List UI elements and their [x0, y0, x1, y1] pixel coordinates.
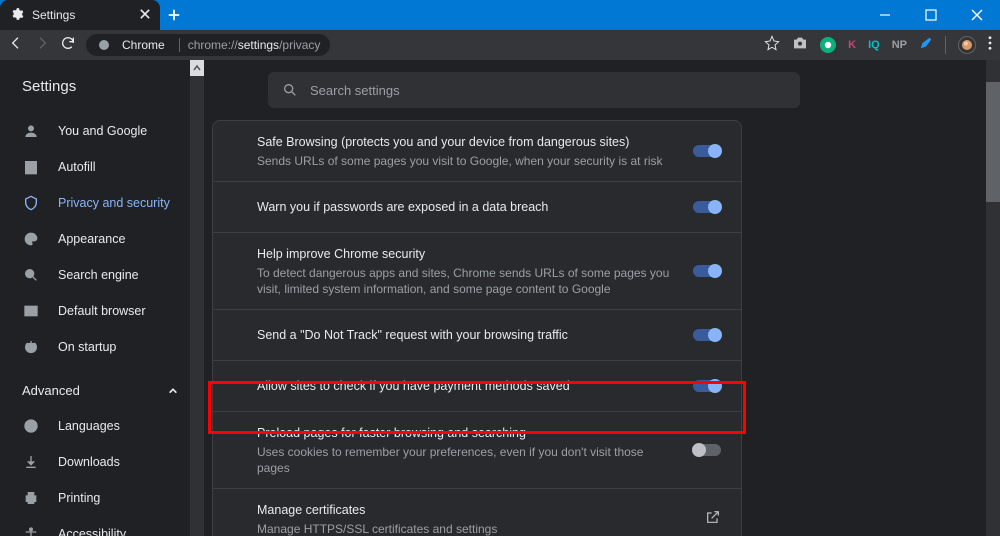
setting-subtitle: Manage HTTPS/SSL certificates and settin…	[257, 519, 691, 536]
open-external-icon[interactable]	[705, 509, 721, 530]
globe-icon	[22, 417, 40, 435]
settings-main: Safe Browsing (protects you and your dev…	[200, 60, 1000, 536]
accessibility-icon	[22, 525, 40, 536]
back-button[interactable]	[8, 35, 24, 56]
toggle-switch[interactable]	[693, 265, 721, 277]
print-icon	[22, 489, 40, 507]
sidebar-advanced-toggle[interactable]: Advanced	[16, 379, 184, 402]
sidebar-item-privacy[interactable]: Privacy and security	[0, 185, 200, 221]
reload-button[interactable]	[60, 35, 76, 56]
sidebar-item-autofill[interactable]: Autofill	[0, 149, 200, 185]
browser-icon	[22, 302, 40, 320]
menu-icon[interactable]	[988, 36, 992, 55]
power-icon	[22, 338, 40, 356]
sidebar-item-label: You and Google	[58, 124, 147, 138]
sidebar-item-label: On startup	[58, 340, 116, 354]
sidebar-item-label: Privacy and security	[58, 196, 170, 210]
address-text: chrome://settings/privacy	[188, 38, 321, 52]
info-icon[interactable]	[96, 37, 112, 53]
close-icon[interactable]	[140, 8, 150, 22]
privacy-settings-card: Safe Browsing (protects you and your dev…	[212, 120, 742, 536]
chevron-up-icon	[168, 386, 178, 396]
sidebar-item-on-startup[interactable]: On startup	[0, 329, 200, 365]
setting-row-preload[interactable]: Preload pages for faster browsing and se…	[213, 411, 741, 488]
sidebar-item-label: Default browser	[58, 304, 146, 318]
scheme-label: Chrome	[120, 38, 171, 52]
sidebar-item-appearance[interactable]: Appearance	[0, 221, 200, 257]
setting-row-improve-security[interactable]: Help improve Chrome security To detect d…	[213, 232, 741, 309]
sidebar-item-label: Appearance	[58, 232, 125, 246]
search-icon	[22, 266, 40, 284]
sidebar-item-printing[interactable]: Printing	[0, 480, 200, 516]
setting-title: Preload pages for faster browsing and se…	[257, 424, 679, 442]
address-bar[interactable]: Chrome chrome://settings/privacy	[86, 34, 330, 56]
extension-icon[interactable]: IQ	[868, 39, 880, 51]
settings-sidebar: Settings You and Google Autofill Privacy…	[0, 60, 200, 536]
shield-icon	[22, 194, 40, 212]
sidebar-item-label: Autofill	[58, 160, 96, 174]
setting-subtitle: Uses cookies to remember your preference…	[257, 442, 679, 476]
setting-title: Allow sites to check if you have payment…	[257, 373, 679, 399]
page-title: Settings	[0, 78, 200, 113]
sidebar-item-label: Printing	[58, 491, 100, 505]
sidebar-item-downloads[interactable]: Downloads	[0, 444, 200, 480]
toggle-switch[interactable]	[693, 145, 721, 157]
palette-icon	[22, 230, 40, 248]
window-titlebar: Settings	[0, 0, 1000, 30]
sidebar-item-you-and-google[interactable]: You and Google	[0, 113, 200, 149]
advanced-label: Advanced	[22, 383, 80, 398]
setting-title: Send a "Do Not Track" request with your …	[257, 322, 679, 348]
profile-avatar[interactable]	[958, 36, 976, 54]
setting-row-certificates[interactable]: Manage certificates Manage HTTPS/SSL cer…	[213, 488, 741, 536]
toggle-switch[interactable]	[693, 380, 721, 392]
setting-title: Manage certificates	[257, 501, 691, 519]
extension-icon[interactable]	[820, 37, 836, 53]
setting-subtitle: Sends URLs of some pages you visit to Go…	[257, 151, 679, 169]
person-icon	[22, 122, 40, 140]
browser-tab[interactable]: Settings	[0, 0, 160, 30]
pen-icon[interactable]	[919, 36, 933, 55]
new-tab-button[interactable]	[160, 0, 188, 30]
toggle-switch[interactable]	[693, 201, 721, 213]
toolbar-extensions: K IQ NP	[764, 35, 992, 56]
window-close-button[interactable]	[954, 0, 1000, 30]
download-icon	[22, 453, 40, 471]
minimize-button[interactable]	[862, 0, 908, 30]
forward-button	[34, 35, 50, 56]
settings-search[interactable]	[268, 72, 800, 108]
setting-title: Help improve Chrome security	[257, 245, 679, 263]
sidebar-item-languages[interactable]: Languages	[0, 408, 200, 444]
tab-strip: Settings	[0, 0, 188, 30]
gear-icon	[10, 7, 24, 24]
sidebar-item-default-browser[interactable]: Default browser	[0, 293, 200, 329]
bookmark-icon[interactable]	[764, 35, 780, 56]
autofill-icon	[22, 158, 40, 176]
toggle-switch[interactable]	[693, 329, 721, 341]
extension-icon[interactable]: NP	[892, 39, 907, 51]
extension-icon[interactable]: K	[848, 39, 856, 51]
setting-row-safebrowsing[interactable]: Safe Browsing (protects you and your dev…	[213, 121, 741, 181]
browser-toolbar: Chrome chrome://settings/privacy K IQ NP	[0, 30, 1000, 60]
sidebar-item-label: Search engine	[58, 268, 139, 282]
sidebar-item-label: Languages	[58, 419, 120, 433]
search-input[interactable]	[310, 83, 786, 98]
page-content: Settings You and Google Autofill Privacy…	[0, 60, 1000, 536]
window-controls	[862, 0, 1000, 30]
separator	[945, 36, 946, 54]
setting-row-payment-check[interactable]: Allow sites to check if you have payment…	[213, 360, 741, 411]
maximize-button[interactable]	[908, 0, 954, 30]
setting-title: Safe Browsing (protects you and your dev…	[257, 133, 679, 151]
setting-row-dnt[interactable]: Send a "Do Not Track" request with your …	[213, 309, 741, 360]
setting-title: Warn you if passwords are exposed in a d…	[257, 194, 679, 220]
search-icon	[282, 82, 298, 98]
setting-row-password-breach[interactable]: Warn you if passwords are exposed in a d…	[213, 181, 741, 232]
sidebar-item-label: Accessibility	[58, 527, 126, 536]
sidebar-item-label: Downloads	[58, 455, 120, 469]
sidebar-item-search-engine[interactable]: Search engine	[0, 257, 200, 293]
camera-icon[interactable]	[792, 36, 808, 55]
sidebar-item-accessibility[interactable]: Accessibility	[0, 516, 200, 536]
toggle-switch[interactable]	[693, 444, 721, 456]
tab-title: Settings	[32, 8, 75, 22]
setting-subtitle: To detect dangerous apps and sites, Chro…	[257, 263, 679, 297]
